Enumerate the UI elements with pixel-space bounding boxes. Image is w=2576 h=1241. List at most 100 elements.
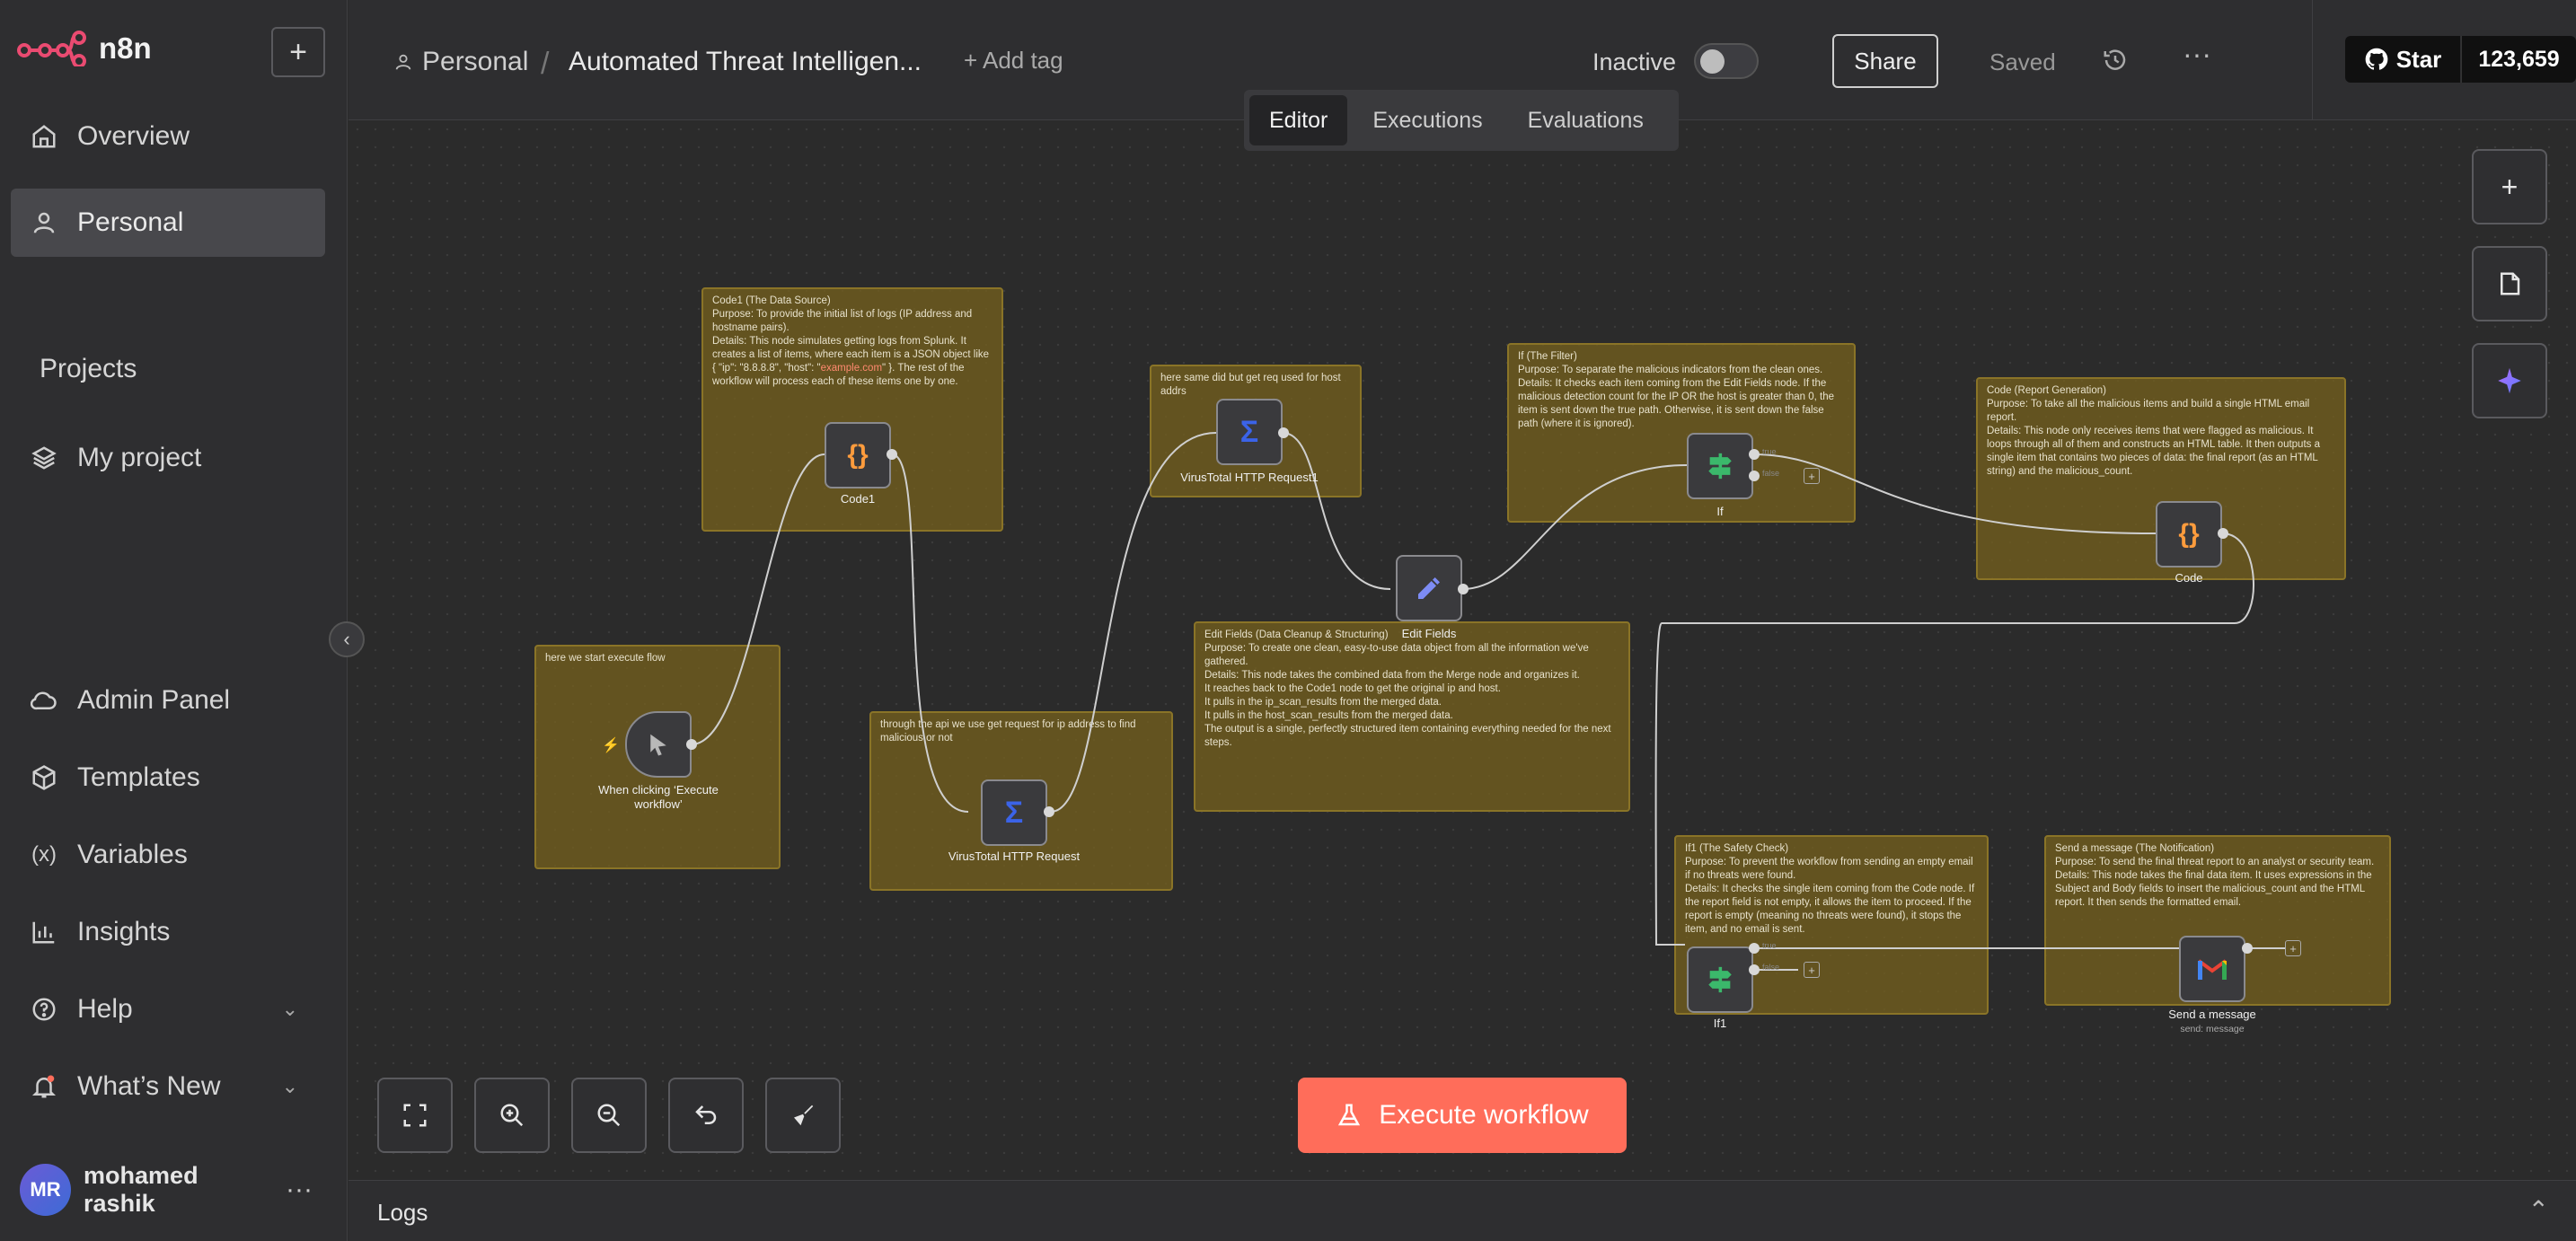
pencil-icon bbox=[1418, 577, 1440, 599]
output-port[interactable] bbox=[1458, 584, 1469, 594]
sidebar-item-label: Overview bbox=[77, 121, 190, 151]
active-toggle[interactable] bbox=[1694, 43, 1759, 79]
github-stars: Star 123,659 bbox=[2312, 0, 2576, 120]
sidebar-item-insights[interactable]: Insights bbox=[11, 898, 325, 966]
add-node-button[interactable]: + bbox=[1804, 962, 1820, 978]
logs-panel[interactable]: Logs ⌃ bbox=[348, 1180, 2576, 1241]
output-port[interactable] bbox=[1044, 806, 1054, 817]
sidebar-item-help[interactable]: Help ⌄ bbox=[11, 975, 325, 1043]
fit-view-icon bbox=[403, 1104, 427, 1127]
sidebar-item-personal[interactable]: Personal bbox=[11, 189, 325, 257]
user-icon bbox=[395, 54, 411, 70]
sidebar-item-variables[interactable]: (x) Variables bbox=[11, 821, 325, 889]
more-options-button[interactable]: ··· bbox=[2183, 38, 2211, 71]
status-label: Inactive bbox=[1592, 48, 1677, 75]
output-port[interactable] bbox=[2218, 528, 2228, 539]
app-name: n8n bbox=[99, 31, 152, 65]
sidebar-item-label: Templates bbox=[77, 762, 200, 792]
false-branch-label: false bbox=[1762, 963, 1780, 972]
add-node-button[interactable]: + bbox=[2472, 149, 2547, 224]
sidebar-item-whats-new[interactable]: What’s New ⌄ bbox=[11, 1052, 325, 1121]
node-subtitle: send: message bbox=[2180, 1024, 2245, 1034]
zoom-in-icon bbox=[500, 1104, 524, 1127]
add-node-button[interactable]: + bbox=[1804, 468, 1820, 484]
canvas-side-tools: + bbox=[2472, 149, 2547, 418]
node-manual-trigger[interactable] bbox=[625, 711, 692, 778]
sidebar-item-label: Variables bbox=[77, 840, 188, 869]
node-code[interactable]: {} bbox=[2156, 501, 2222, 568]
sidebar-item-my-project[interactable]: My project bbox=[11, 424, 325, 492]
output-port-false[interactable] bbox=[1749, 964, 1760, 975]
collapse-sidebar-button[interactable]: ‹ bbox=[329, 621, 365, 657]
gmail-icon bbox=[2197, 959, 2228, 980]
broom-icon bbox=[794, 1105, 814, 1126]
tab-editor[interactable]: Editor bbox=[1249, 95, 1348, 145]
tab-executions[interactable]: Executions bbox=[1353, 95, 1502, 145]
breadcrumb-owner[interactable]: Personal bbox=[393, 47, 528, 77]
output-port[interactable] bbox=[1278, 427, 1289, 438]
output-port[interactable] bbox=[887, 449, 897, 460]
fit-view-button[interactable] bbox=[377, 1078, 453, 1153]
node-if[interactable] bbox=[1687, 433, 1753, 499]
lightning-icon: ⚡ bbox=[602, 738, 620, 753]
sidebar-item-templates[interactable]: Templates bbox=[11, 744, 325, 812]
output-port-false[interactable] bbox=[1749, 471, 1760, 481]
connection bbox=[1282, 432, 1391, 590]
connection bbox=[891, 453, 969, 813]
history-icon[interactable] bbox=[2102, 47, 2129, 74]
cursor-icon bbox=[650, 734, 666, 756]
create-new-button[interactable]: + bbox=[271, 27, 325, 77]
output-port-true[interactable] bbox=[1749, 943, 1760, 954]
node-label: If bbox=[1716, 505, 1724, 518]
code-braces-icon: {} bbox=[847, 440, 869, 470]
user-more-button[interactable]: ··· bbox=[286, 1175, 313, 1205]
node-label: Code bbox=[2175, 571, 2203, 585]
node-virustotal-http-request[interactable]: Σ bbox=[981, 779, 1047, 846]
signpost-icon bbox=[1708, 453, 1732, 480]
node-virustotal-http-request1[interactable]: Σ bbox=[1216, 399, 1283, 465]
tab-evaluations[interactable]: Evaluations bbox=[1508, 95, 1663, 145]
node-edit-fields[interactable] bbox=[1396, 555, 1462, 621]
output-port[interactable] bbox=[686, 739, 697, 750]
zoom-out-icon bbox=[597, 1104, 621, 1127]
false-branch-label: false bbox=[1762, 469, 1780, 478]
sidebar-item-label: What’s New bbox=[77, 1071, 221, 1101]
node-code1[interactable]: {} bbox=[825, 422, 891, 488]
workflow-canvas[interactable]: Code1 (The Data Source) Purpose: To prov… bbox=[348, 120, 2576, 1180]
github-star-count[interactable]: 123,659 bbox=[2461, 36, 2576, 83]
execute-workflow-label: Execute workflow bbox=[1379, 1100, 1589, 1130]
zoom-out-button[interactable] bbox=[571, 1078, 647, 1153]
node-label: VirusTotal HTTP Request1 bbox=[1180, 471, 1319, 484]
zoom-in-button[interactable] bbox=[474, 1078, 550, 1153]
user-menu[interactable]: MR mohamed rashik ··· bbox=[20, 1162, 325, 1218]
connection bbox=[1050, 432, 1217, 813]
logo[interactable]: n8n bbox=[16, 31, 152, 66]
chart-icon bbox=[32, 921, 55, 944]
undo-button[interactable] bbox=[668, 1078, 744, 1153]
execute-workflow-button[interactable]: Execute workflow bbox=[1298, 1078, 1627, 1153]
output-port-true[interactable] bbox=[1749, 449, 1760, 460]
help-icon bbox=[32, 998, 56, 1021]
share-button[interactable]: Share bbox=[1832, 34, 1938, 88]
sparkle-icon bbox=[2498, 367, 2521, 394]
sidebar-item-label: Insights bbox=[77, 917, 171, 946]
workflow-title[interactable]: Automated Threat Intelligen... bbox=[569, 47, 922, 77]
sidebar-item-overview[interactable]: Overview bbox=[11, 102, 325, 171]
sidebar-item-admin-panel[interactable]: Admin Panel bbox=[11, 666, 325, 735]
github-star-button[interactable]: Star bbox=[2345, 36, 2460, 83]
n8n-app: n8n + Overview Personal Projects My proj… bbox=[0, 0, 2576, 1241]
node-label: Send a message bbox=[2168, 1008, 2256, 1021]
add-node-button[interactable]: + bbox=[2285, 940, 2301, 956]
output-port[interactable] bbox=[2242, 943, 2253, 954]
node-if1[interactable] bbox=[1687, 946, 1753, 1013]
breadcrumb-owner-label: Personal bbox=[422, 47, 529, 76]
connection bbox=[1752, 453, 2157, 534]
add-tag-button[interactable]: + Add tag bbox=[964, 47, 1063, 75]
sticky-note-button[interactable] bbox=[2472, 246, 2547, 321]
canvas-zoom-tools bbox=[377, 1078, 841, 1153]
node-send-message[interactable] bbox=[2179, 936, 2245, 1002]
node-label: Edit Fields bbox=[1401, 627, 1457, 640]
ai-assistant-button[interactable] bbox=[2472, 343, 2547, 418]
chevron-up-icon[interactable]: ⌃ bbox=[2528, 1195, 2549, 1225]
tidy-up-button[interactable] bbox=[765, 1078, 841, 1153]
